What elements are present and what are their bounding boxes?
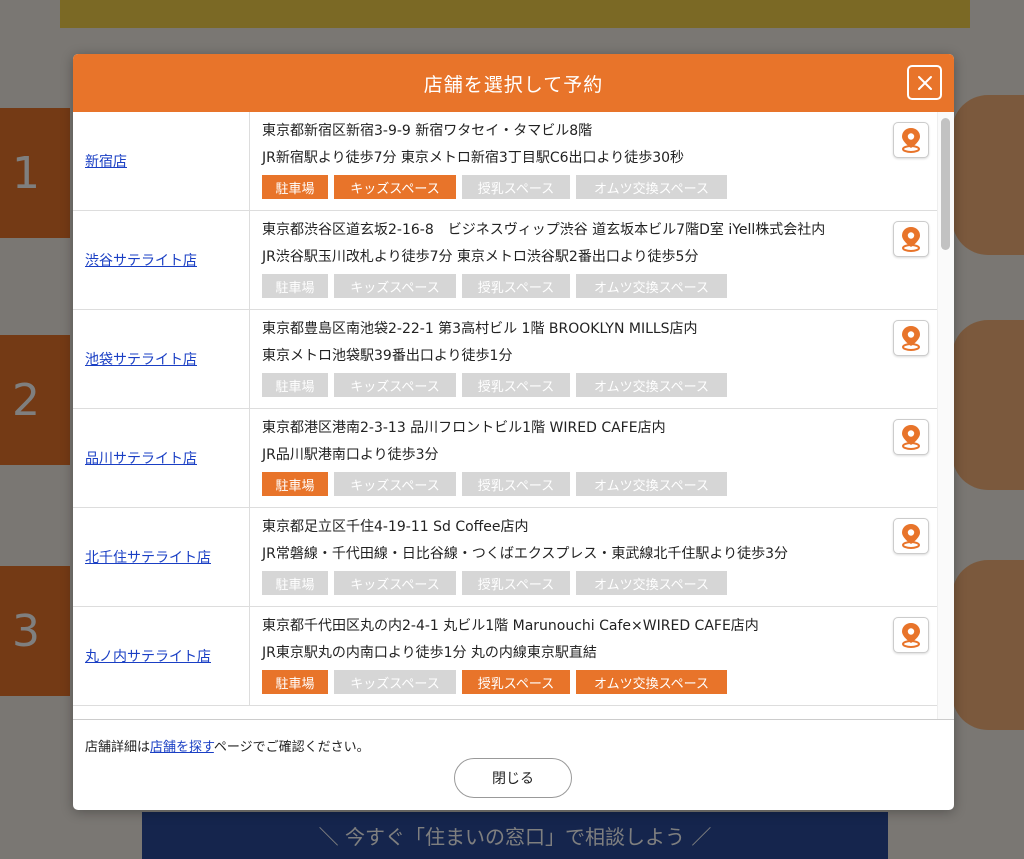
nursing-space-tag: 授乳スペース (462, 274, 570, 298)
store-name-cell: 池袋サテライト店 (73, 310, 250, 408)
store-info-cell: 東京都渋谷区道玄坂2-16-8 ビジネスヴィップ渋谷 道玄坂本ビル7階D室 iY… (250, 211, 937, 309)
store-name-link[interactable]: 品川サテライト店 (85, 448, 197, 468)
map-button[interactable] (893, 617, 929, 653)
store-access: JR常磐線・千代田線・日比谷線・つくばエクスプレス・東武線北千住駅より徒歩3分 (262, 546, 789, 562)
diaper-change-tag: オムツ交換スペース (576, 571, 727, 595)
store-access: JR渋谷駅玉川改札より徒歩7分 東京メトロ渋谷駅2番出口より徒歩5分 (262, 249, 699, 265)
map-pin-icon (902, 623, 920, 648)
store-access: JR新宿駅より徒歩7分 東京メトロ新宿3丁目駅C6出口より徒歩30秒 (262, 150, 685, 166)
diaper-change-tag: オムツ交換スペース (576, 274, 727, 298)
store-info-cell: 東京都足立区千住4-19-11 Sd Coffee店内 JR常磐線・千代田線・日比… (250, 508, 937, 606)
store-row: 品川サテライト店 東京都港区港南2-3-13 品川フロントビル1階 WIRED C… (73, 409, 937, 508)
nursing-space-tag: 授乳スペース (462, 472, 570, 496)
map-button[interactable] (893, 122, 929, 158)
footer-note: 店舗詳細は店舗を探すページでご確認ください。 (85, 736, 370, 755)
store-name-link[interactable]: 渋谷サテライト店 (85, 250, 197, 270)
close-button[interactable] (907, 65, 942, 100)
store-name-link[interactable]: 新宿店 (85, 151, 127, 171)
map-button[interactable] (893, 518, 929, 554)
map-pin-icon (902, 524, 920, 549)
store-name-cell: 渋谷サテライト店 (73, 211, 250, 309)
map-button[interactable] (893, 221, 929, 257)
parking-tag: 駐車場 (262, 373, 328, 397)
parking-tag: 駐車場 (262, 571, 328, 595)
store-info-cell: 東京都豊島区南池袋2-22-1 第3高村ビル 1階 BROOKLYN MILLS… (250, 310, 937, 408)
diaper-change-tag: オムツ交換スペース (576, 472, 727, 496)
diaper-change-tag: オムツ交換スペース (576, 175, 727, 199)
store-name-cell: 北千住サテライト店 (73, 508, 250, 606)
scrollbar-thumb[interactable] (941, 118, 950, 250)
close-icon (917, 75, 932, 90)
diaper-change-tag: オムツ交換スペース (576, 670, 727, 694)
store-access: 東京メトロ池袋駅39番出口より徒歩1分 (262, 348, 513, 364)
scrollbar[interactable] (937, 112, 954, 719)
store-row: 新宿店 東京都新宿区新宿3-9-9 新宿ワタセイ・タマビル8階 JR新宿駅より徒歩7… (73, 112, 937, 211)
kids-space-tag: キッズスペース (334, 274, 456, 298)
nursing-space-tag: 授乳スペース (462, 175, 570, 199)
facility-tags: 駐車場 キッズスペース 授乳スペース オムツ交換スペース (262, 472, 937, 496)
parking-tag: 駐車場 (262, 274, 328, 298)
parking-tag: 駐車場 (262, 175, 328, 199)
store-name-link[interactable]: 北千住サテライト店 (85, 547, 211, 567)
store-table: 新宿店 東京都新宿区新宿3-9-9 新宿ワタセイ・タマビル8階 JR新宿駅より徒歩7… (73, 112, 937, 706)
facility-tags: 駐車場 キッズスペース 授乳スペース オムツ交換スペース (262, 571, 937, 595)
kids-space-tag: キッズスペース (334, 571, 456, 595)
parking-tag: 駐車場 (262, 670, 328, 694)
map-pin-icon (902, 128, 920, 153)
store-name-link[interactable]: 丸ノ内サテライト店 (85, 646, 211, 666)
nursing-space-tag: 授乳スペース (462, 373, 570, 397)
nursing-space-tag: 授乳スペース (462, 670, 570, 694)
store-access: JR品川駅港南口より徒歩3分 (262, 447, 439, 463)
kids-space-tag: キッズスペース (334, 373, 456, 397)
store-name-cell: 丸ノ内サテライト店 (73, 607, 250, 705)
store-info-cell: 東京都千代田区丸の内2-4-1 丸ビル1階 Marunouchi Cafe×WI… (250, 607, 937, 705)
store-name-link[interactable]: 池袋サテライト店 (85, 349, 197, 369)
map-button[interactable] (893, 419, 929, 455)
footer-close-button[interactable]: 閉じる (454, 758, 572, 798)
store-select-modal: 店舗を選択して予約 新宿店 東京都新宿区新宿3-9-9 新宿ワタセイ・タマビル8階… (73, 54, 954, 810)
store-access: JR東京駅丸の内南口より徒歩1分 丸の内線東京駅直結 (262, 645, 597, 661)
facility-tags: 駐車場 キッズスペース 授乳スペース オムツ交換スペース (262, 373, 937, 397)
modal-header: 店舗を選択して予約 (73, 54, 954, 112)
kids-space-tag: キッズスペース (334, 472, 456, 496)
map-pin-icon (902, 326, 920, 351)
map-pin-icon (902, 425, 920, 450)
kids-space-tag: キッズスペース (334, 175, 456, 199)
store-address: 東京都新宿区新宿3-9-9 新宿ワタセイ・タマビル8階 (262, 123, 593, 139)
facility-tags: 駐車場 キッズスペース 授乳スペース オムツ交換スペース (262, 274, 937, 298)
store-address: 東京都足立区千住4-19-11 Sd Coffee店内 (262, 519, 529, 535)
store-address: 東京都港区港南2-3-13 品川フロントビル1階 WIRED CAFE店内 (262, 420, 666, 436)
facility-tags: 駐車場 キッズスペース 授乳スペース オムツ交換スペース (262, 670, 937, 694)
store-address: 東京都千代田区丸の内2-4-1 丸ビル1階 Marunouchi Cafe×WI… (262, 618, 759, 634)
map-pin-icon (902, 227, 920, 252)
parking-tag: 駐車場 (262, 472, 328, 496)
footer-note-suffix: ページでご確認ください。 (213, 740, 370, 755)
store-row: 丸ノ内サテライト店 東京都千代田区丸の内2-4-1 丸ビル1階 Marunouch… (73, 607, 937, 706)
store-info-cell: 東京都港区港南2-3-13 品川フロントビル1階 WIRED CAFE店内 JR品… (250, 409, 937, 507)
map-button[interactable] (893, 320, 929, 356)
store-info-cell: 東京都新宿区新宿3-9-9 新宿ワタセイ・タマビル8階 JR新宿駅より徒歩7分 東… (250, 112, 937, 210)
store-name-cell: 品川サテライト店 (73, 409, 250, 507)
kids-space-tag: キッズスペース (334, 670, 456, 694)
store-row: 池袋サテライト店 東京都豊島区南池袋2-22-1 第3高村ビル 1階 BROOKL… (73, 310, 937, 409)
store-row: 北千住サテライト店 東京都足立区千住4-19-11 Sd Coffee店内 JR常磐… (73, 508, 937, 607)
store-name-cell: 新宿店 (73, 112, 250, 210)
store-address: 東京都豊島区南池袋2-22-1 第3高村ビル 1階 BROOKLYN MILLS… (262, 321, 698, 337)
store-address: 東京都渋谷区道玄坂2-16-8 ビジネスヴィップ渋谷 道玄坂本ビル7階D室 iY… (262, 222, 826, 238)
store-row: 渋谷サテライト店 東京都渋谷区道玄坂2-16-8 ビジネスヴィップ渋谷 道玄坂本ビ… (73, 211, 937, 310)
find-store-link[interactable]: 店舗を探す (150, 740, 214, 755)
modal-title: 店舗を選択して予約 (423, 73, 604, 96)
footer-note-prefix: 店舗詳細は (85, 740, 151, 755)
nursing-space-tag: 授乳スペース (462, 571, 570, 595)
modal-footer: 店舗詳細は店舗を探すページでご確認ください。 閉じる (73, 720, 954, 810)
store-list-scroll-area[interactable]: 新宿店 東京都新宿区新宿3-9-9 新宿ワタセイ・タマビル8階 JR新宿駅より徒歩7… (73, 112, 954, 720)
facility-tags: 駐車場 キッズスペース 授乳スペース オムツ交換スペース (262, 175, 937, 199)
diaper-change-tag: オムツ交換スペース (576, 373, 727, 397)
